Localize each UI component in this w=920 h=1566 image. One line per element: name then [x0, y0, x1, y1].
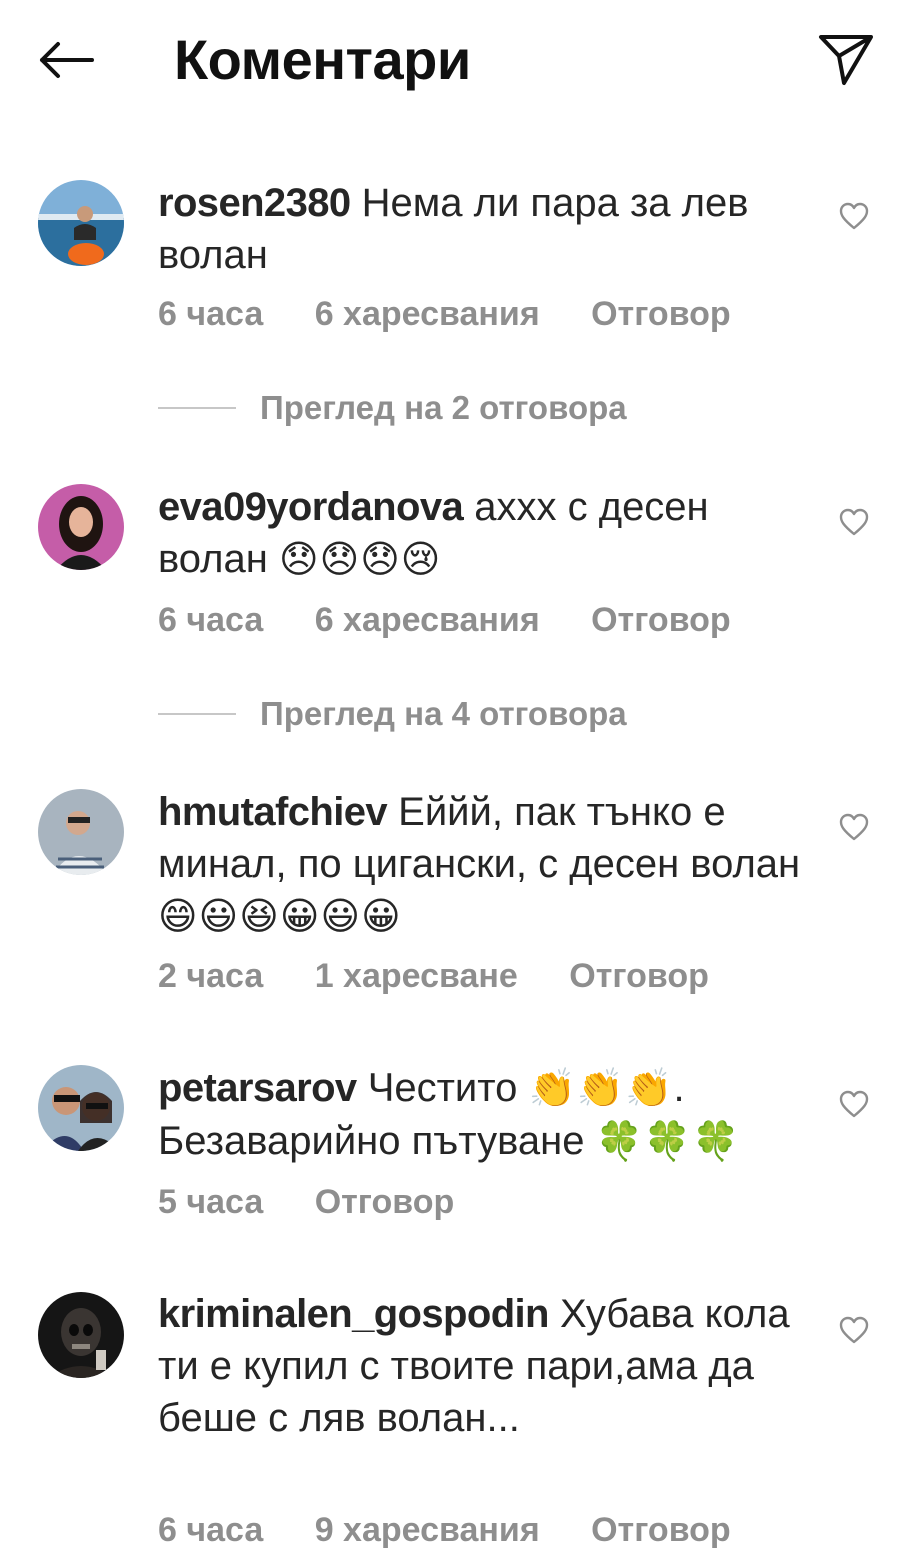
divider-line: [158, 407, 236, 409]
comment-body: kriminalen_gospodin Хубава кола ти е куп…: [158, 1288, 808, 1444]
avatar[interactable]: [38, 789, 124, 875]
comment-body: hmutafchiev Еййй, пак тънко е минал, по …: [158, 786, 808, 943]
paper-plane-icon: [819, 35, 873, 85]
view-replies-button[interactable]: Преглед на 4 отговора: [158, 692, 627, 736]
comment-username[interactable]: petarsarov: [158, 1066, 357, 1110]
comment-time: 2 часа: [158, 957, 264, 995]
avatar[interactable]: [38, 484, 124, 570]
reply-button[interactable]: Отговор: [591, 601, 731, 639]
comment-time: 6 часа: [158, 601, 264, 639]
avatar[interactable]: [38, 180, 124, 266]
comment-likes[interactable]: 9 харесвания: [315, 1511, 540, 1549]
comment-likes[interactable]: 6 харесвания: [315, 295, 540, 333]
like-button[interactable]: [834, 1084, 874, 1124]
comment-meta: 5 часа Отговор: [158, 1182, 496, 1222]
comment-meta: 6 часа 6 харесвания Отговор: [158, 600, 773, 640]
comment-body: petarsarov Честито 👏👏👏. Безаварийно пъту…: [158, 1062, 808, 1168]
like-button[interactable]: [834, 807, 874, 847]
like-button[interactable]: [834, 196, 874, 236]
heart-icon: [839, 1316, 869, 1344]
comment-username[interactable]: kriminalen_gospodin: [158, 1292, 549, 1336]
comment-time: 6 часа: [158, 295, 264, 333]
comment-username[interactable]: eva09yordanova: [158, 485, 464, 529]
view-replies-label: Преглед на 4 отговора: [260, 695, 627, 732]
avatar[interactable]: [38, 1292, 124, 1378]
reply-button[interactable]: Отговор: [591, 295, 731, 333]
comment-likes[interactable]: 1 харесване: [315, 957, 518, 995]
comment-likes[interactable]: 6 харесвания: [315, 601, 540, 639]
top-bar: Коментари: [0, 0, 920, 120]
comment-emojis: 🍀🍀🍀: [595, 1121, 741, 1163]
heart-icon: [839, 813, 869, 841]
like-button[interactable]: [834, 1310, 874, 1350]
comment-emojis: 😄😃😆😀😃😀: [158, 896, 402, 938]
comment-time: 6 часа: [158, 1511, 264, 1549]
heart-icon: [839, 1090, 869, 1118]
comment-body: eva09yordanova ахxx с десен волан 😞😞😞😢: [158, 481, 808, 586]
comment-username[interactable]: hmutafchiev: [158, 790, 388, 834]
reply-button[interactable]: Отговор: [569, 957, 709, 995]
comment-meta: 6 часа 6 харесвания Отговор: [158, 294, 773, 334]
heart-icon: [839, 508, 869, 536]
comment-text: Честито: [367, 1066, 518, 1110]
comment-emojis: 😞😞😞😢: [278, 539, 442, 581]
comment-meta: 2 часа 1 харесване Отговор: [158, 956, 751, 996]
back-button[interactable]: [28, 28, 104, 92]
heart-icon: [839, 202, 869, 230]
divider-line: [158, 713, 236, 715]
comment-username[interactable]: rosen2380: [158, 181, 351, 225]
view-replies-button[interactable]: Преглед на 2 отговора: [158, 386, 627, 430]
like-button[interactable]: [834, 502, 874, 542]
share-button[interactable]: [806, 24, 886, 96]
avatar[interactable]: [38, 1065, 124, 1151]
view-replies-label: Преглед на 2 отговора: [260, 389, 627, 426]
comment-emojis: 👏👏👏: [528, 1068, 674, 1110]
reply-button[interactable]: Отговор: [591, 1511, 731, 1549]
arrow-left-icon: [40, 42, 94, 78]
comment-body: rosen2380 Нема ли пара за лев волан: [158, 177, 808, 281]
reply-button[interactable]: Отговор: [315, 1183, 455, 1221]
comment-meta: 6 часа 9 харесвания Отговор: [158, 1510, 773, 1550]
page-title: Коментари: [174, 28, 471, 91]
comment-time: 5 часа: [158, 1183, 264, 1221]
